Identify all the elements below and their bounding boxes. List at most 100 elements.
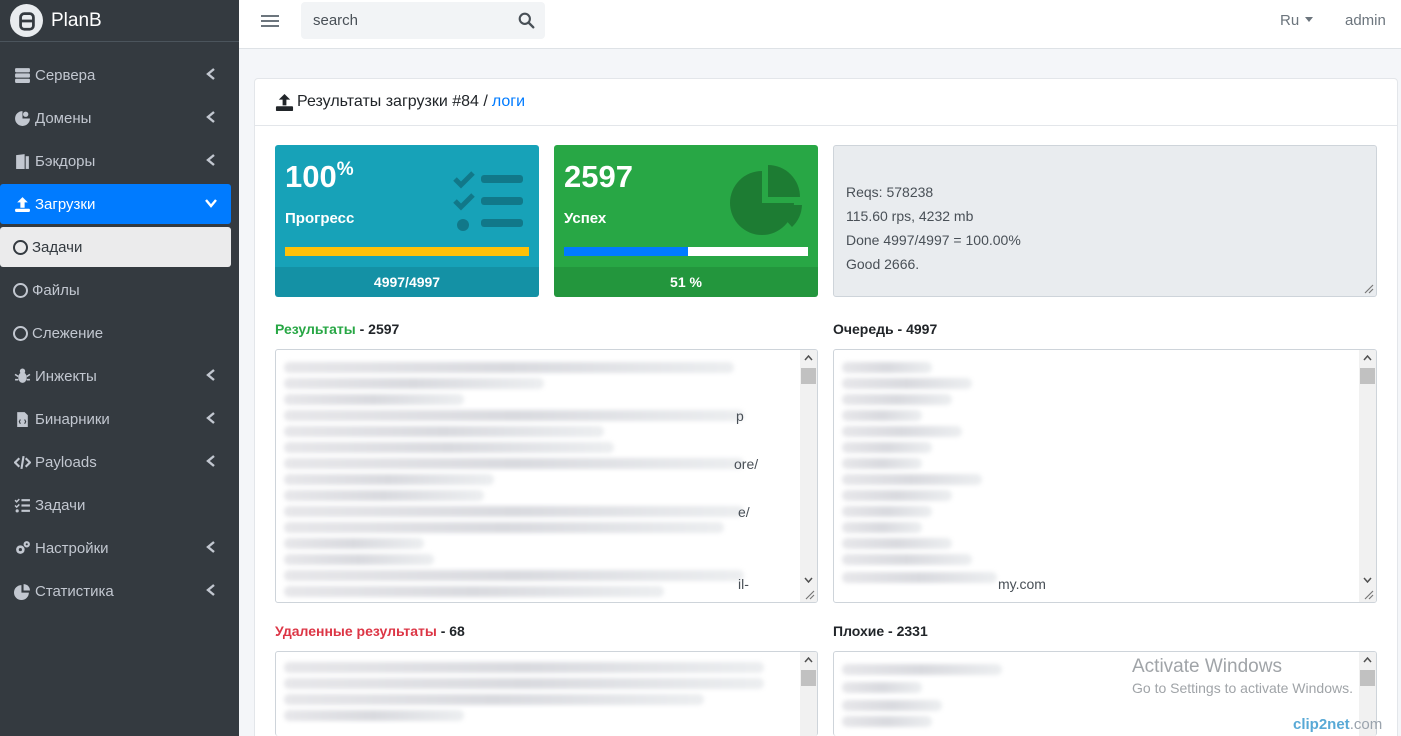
success-value: 2597 <box>564 159 633 194</box>
queue-line-tail: my.com <box>998 576 1046 592</box>
sidebar-item[interactable]: Бэкдоры <box>0 141 231 181</box>
user-menu[interactable]: admin <box>1345 12 1386 29</box>
menu-toggle-icon[interactable] <box>261 12 279 30</box>
sidebar-item[interactable]: Сервера <box>0 55 231 95</box>
chevron-left-icon <box>205 454 217 470</box>
stats-line: Reqs: 578238 <box>846 184 934 200</box>
circle-icon <box>13 282 28 298</box>
result-line-tail: e/ <box>738 504 750 520</box>
resize-handle-icon[interactable] <box>1362 588 1374 600</box>
sidebar-item-label: Файлы <box>32 281 80 299</box>
progress-bar <box>285 247 529 256</box>
sidebar-item[interactable]: Бинарники <box>0 399 231 439</box>
sidebar-item-label: Payloads <box>35 453 97 471</box>
chevron-left-icon <box>205 368 217 384</box>
sidebar-item[interactable]: Настройки <box>0 528 231 568</box>
queue-scrollbar[interactable] <box>1359 350 1376 602</box>
sidebar: PlanB Сервера Домены Бэкдоры Загрузки Задачи… <box>0 0 239 736</box>
scroll-up-icon[interactable] <box>804 656 813 665</box>
sidebar-item[interactable]: Файлы <box>0 270 231 310</box>
result-line-tail: ore/ <box>734 456 759 472</box>
result-line-tail: il- <box>738 576 749 592</box>
result-line-tail: p <box>736 408 744 424</box>
scroll-thumb[interactable] <box>1360 670 1375 686</box>
sidebar-item[interactable]: Статистика <box>0 571 231 611</box>
sidebar-item[interactable]: Задачи <box>0 227 231 267</box>
scroll-up-icon[interactable] <box>804 354 813 363</box>
stats-line: 115.60 rps, 4232 mb <box>846 208 974 224</box>
logs-link[interactable]: логи <box>492 93 525 111</box>
windows-activation-watermark: Activate Windows Go to Settings to activ… <box>1132 656 1353 696</box>
clip2net-watermark: clip2net.com <box>1293 716 1382 733</box>
server-icon <box>13 66 31 84</box>
progress-footer: 4997/4997 <box>275 267 539 297</box>
deleted-scrollbar[interactable] <box>800 652 817 736</box>
sidebar-item-label: Слежение <box>32 324 104 342</box>
door-icon <box>13 152 31 170</box>
results-count: - 2597 <box>355 321 400 337</box>
clip-suffix: .com <box>1349 716 1383 733</box>
scroll-thumb[interactable] <box>1360 368 1375 384</box>
queue-label: Очередь <box>833 321 894 337</box>
queue-textarea[interactable]: my.com <box>833 349 1377 603</box>
tasks-list-icon <box>453 171 523 231</box>
chart-pie-icon <box>13 582 31 600</box>
brand[interactable]: PlanB <box>0 0 239 42</box>
tasks-icon <box>13 496 31 514</box>
chevron-left-icon <box>205 411 217 427</box>
scroll-up-icon[interactable] <box>1363 354 1372 363</box>
scroll-thumb[interactable] <box>801 670 816 686</box>
sidebar-item-label: Сервера <box>35 66 96 84</box>
progress-value: 100% <box>285 159 354 194</box>
language-label: Ru <box>1280 12 1300 29</box>
success-box: 2597 Успех 51 % <box>554 145 818 297</box>
circle-icon <box>13 239 28 255</box>
sidebar-item-label: Инжекты <box>35 367 97 385</box>
stats-textarea[interactable]: Reqs: 578238 115.60 rps, 4232 mb Done 49… <box>833 145 1377 297</box>
deleted-heading: Удаленные результаты - 68 <box>275 623 465 639</box>
results-heading: Результаты - 2597 <box>275 321 399 337</box>
results-textarea[interactable]: p ore/ e/ il- <box>275 349 818 603</box>
sidebar-item[interactable]: Домены <box>0 98 231 138</box>
success-bar-fill <box>564 247 689 256</box>
bad-count: - 2331 <box>884 623 928 639</box>
deleted-textarea[interactable] <box>275 651 818 736</box>
file-code-icon <box>13 410 31 428</box>
scroll-thumb[interactable] <box>801 368 816 384</box>
chevron-left-icon <box>205 583 217 599</box>
progress-unit: % <box>336 159 354 180</box>
search-icon[interactable] <box>518 12 535 29</box>
progress-box: 100% Прогресс 4997/4997 <box>275 145 539 297</box>
sidebar-item[interactable]: Задачи <box>0 485 231 525</box>
scroll-up-icon[interactable] <box>1363 656 1372 665</box>
sidebar-item[interactable]: Payloads <box>0 442 231 482</box>
resize-handle-icon[interactable] <box>1362 282 1374 294</box>
success-bar <box>564 247 808 256</box>
watermark-subtitle: Go to Settings to activate Windows. <box>1132 680 1353 696</box>
search-input[interactable] <box>301 12 501 29</box>
sidebar-item-label: Бинарники <box>35 410 110 428</box>
scroll-down-icon[interactable] <box>1363 575 1372 584</box>
sidebar-item[interactable]: Слежение <box>0 313 231 353</box>
scroll-down-icon[interactable] <box>804 575 813 584</box>
sidebar-item[interactable]: Инжекты <box>0 356 231 396</box>
resize-handle-icon[interactable] <box>803 588 815 600</box>
results-label: Результаты <box>275 321 356 337</box>
gears-icon <box>13 539 31 557</box>
sidebar-item[interactable]: Загрузки <box>0 184 231 224</box>
sidebar-item-label: Задачи <box>32 238 83 256</box>
chart-pie-icon <box>730 165 802 235</box>
bug-icon <box>13 367 31 385</box>
sidebar-nav: Сервера Домены Бэкдоры Загрузки Задачи Файлы С… <box>0 55 239 611</box>
success-label: Успех <box>564 210 607 227</box>
search-box <box>301 2 545 39</box>
success-footer: 51 % <box>554 267 818 297</box>
watermark-title: Activate Windows <box>1132 656 1282 677</box>
results-scrollbar[interactable] <box>800 350 817 602</box>
language-dropdown[interactable]: Ru <box>1280 12 1314 29</box>
bad-heading: Плохие - 2331 <box>833 623 928 639</box>
queue-heading: Очередь - 4997 <box>833 321 937 337</box>
chevron-left-icon <box>205 67 217 83</box>
bad-label: Плохие <box>833 623 885 639</box>
deleted-label: Удаленные результаты <box>275 623 437 639</box>
